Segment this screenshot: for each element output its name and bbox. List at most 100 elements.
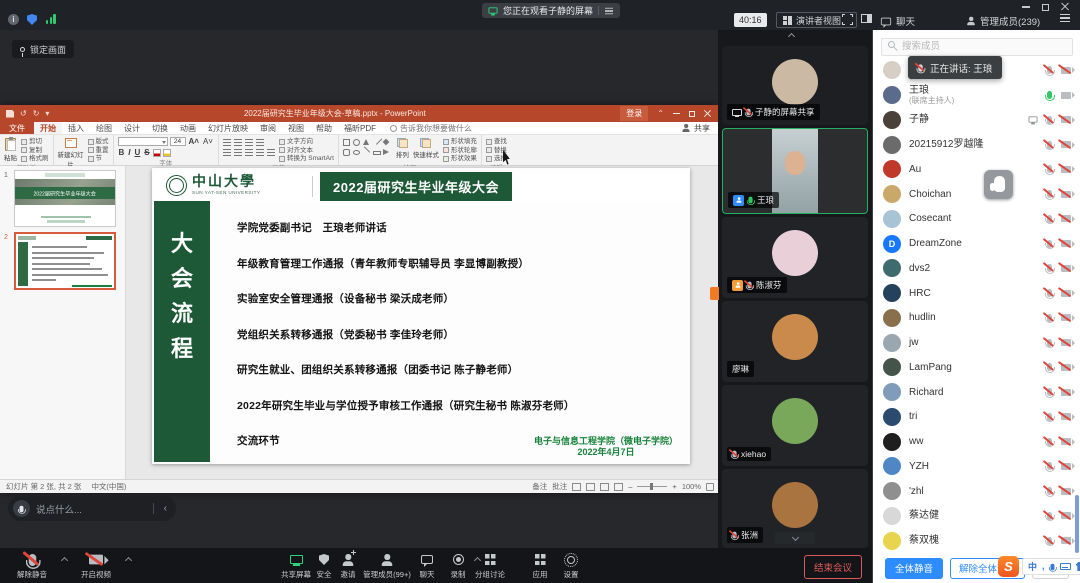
ribbon-tab[interactable]: 开始 [34,122,62,134]
participant-row[interactable]: D DreamZone [873,231,1080,256]
camera-icon[interactable] [1061,537,1071,544]
paste-button[interactable]: 粘贴 [4,137,17,162]
camera-icon[interactable] [1061,438,1071,445]
shape-effects-button[interactable]: 形状效果 [443,155,477,162]
participant-row[interactable]: HRC [873,281,1080,306]
end-meeting-button[interactable]: 结束会议 [804,555,862,579]
quick-styles-button[interactable]: 快速样式 [413,137,439,159]
shrink-font-icon[interactable]: A˅ [202,137,214,146]
mic-icon[interactable] [1047,512,1052,520]
participant-row[interactable]: Cosecant [873,207,1080,232]
camera-icon[interactable] [1061,339,1071,346]
shape-outline-button[interactable]: 形状轮廓 [443,147,477,154]
shapes-gallery[interactable] [343,137,392,158]
notification-tab-marker[interactable] [710,287,719,300]
breakout-rooms-button[interactable]: 分组讨论 [468,552,512,580]
meeting-info-icon[interactable]: i [8,14,19,25]
camera-icon[interactable] [1061,265,1071,272]
camera-icon[interactable] [1061,166,1071,173]
zoom-level[interactable]: 100% [682,482,701,491]
section-button[interactable]: 节 [88,155,109,162]
ribbon-tab[interactable]: 绘图 [90,122,118,134]
reading-view-icon[interactable] [600,483,609,491]
video-tile-speaking[interactable]: 王琅 [722,128,868,214]
font-style-button[interactable]: I [127,148,131,157]
participant-row[interactable]: tri [873,405,1080,430]
ribbon-tab[interactable]: 审阅 [254,122,282,134]
copy-button[interactable]: 复制 [21,147,49,154]
ribbon-tab[interactable]: 文件 [0,122,34,134]
camera-icon[interactable] [1061,67,1071,74]
font-style-button[interactable]: S [143,148,150,157]
scroll-down-strip-button[interactable] [775,532,815,544]
chat-button-top[interactable]: 聊天 [880,14,915,28]
arrange-button[interactable]: 排列 [396,137,409,159]
slideshow-icon[interactable] [614,483,623,491]
ribbon-tab[interactable]: 切换 [146,122,174,134]
collapse-strip-icon[interactable] [788,33,795,40]
undo-icon[interactable]: ↺ [20,110,27,118]
camera-icon[interactable] [1061,116,1071,123]
font-name-select[interactable] [118,137,168,146]
camera-icon[interactable] [1061,215,1071,222]
camera-icon[interactable] [1061,463,1071,470]
participant-row[interactable]: hudlin [873,306,1080,331]
mic-icon[interactable] [1047,487,1052,495]
manage-members-button[interactable]: 管理成员(99+) [355,552,419,580]
close-button[interactable] [1061,3,1069,11]
mic-icon[interactable] [1047,363,1052,371]
ppt-maximize-button[interactable] [689,111,695,117]
camera-icon[interactable] [1061,141,1071,148]
mic-icon[interactable] [1047,91,1052,99]
mic-icon[interactable] [1047,66,1052,74]
ppt-share-button[interactable]: 共享 [681,122,718,134]
video-tile-screen-share[interactable]: 子静的屏幕共享 [722,46,868,125]
mic-icon[interactable] [1047,165,1052,173]
ime-skin-icon[interactable] [1076,562,1080,571]
layout-button[interactable]: 版式 [88,138,109,145]
align-left-icon[interactable] [223,149,231,156]
ime-voice-icon[interactable] [1050,559,1054,573]
slide-thumbnail-2-selected[interactable] [14,232,116,290]
participant-row[interactable]: 'zhl [873,479,1080,504]
font-color-button[interactable] [153,149,161,157]
security-shield-icon[interactable] [27,14,37,25]
ribbon-tab[interactable]: 动画 [174,122,202,134]
current-slide[interactable]: 中山大學 SUN YAT-SEN UNIVERSITY 2022届研究生毕业年级… [152,168,690,464]
mic-icon[interactable] [1047,215,1052,223]
ribbon-options-icon[interactable]: ⌃ [657,110,664,118]
camera-icon[interactable] [1061,191,1071,198]
new-slide-button[interactable]: 新建幻灯片 [58,137,84,169]
zoom-out-icon[interactable]: – [628,482,632,491]
mic-icon[interactable] [1047,537,1052,545]
font-style-button[interactable]: U [134,148,142,157]
mic-icon[interactable] [1047,388,1052,396]
panel-menu-icon[interactable] [1060,14,1070,22]
align-center-icon[interactable] [234,149,242,156]
ime-language-toggle[interactable]: 中 [1028,560,1037,573]
ppt-minimize-button[interactable] [673,113,680,114]
slide-thumbnail-1[interactable]: 2022届研究生毕业年级大会 [14,170,116,227]
search-input[interactable] [881,38,1073,56]
video-options-chevron[interactable] [125,557,132,564]
minimize-button[interactable] [1022,6,1030,7]
redo-icon[interactable]: ↻ [33,110,40,118]
fullscreen-button[interactable] [842,14,853,25]
collapse-arrow-icon[interactable]: ‹ [160,503,171,514]
mic-icon[interactable] [1047,116,1052,124]
mute-all-button[interactable]: 全体静音 [885,558,943,579]
participant-row[interactable]: Richard [873,380,1080,405]
mic-icon[interactable] [1047,190,1052,198]
participant-row[interactable]: dvs2 [873,256,1080,281]
participant-row[interactable]: 王琅 (联席主持人) [873,83,1080,108]
comment-placeholder[interactable]: 说点什么... [36,502,147,516]
mic-icon[interactable] [1047,339,1052,347]
comment-input-bar[interactable]: 说点什么... ‹ [8,496,176,521]
ribbon-tab[interactable]: 幻灯片放映 [202,122,254,134]
layout-toggle-button[interactable] [861,14,872,23]
language-indicator[interactable]: 中文(中国) [91,481,126,492]
font-style-button[interactable]: B [118,148,126,157]
manage-members-button-top[interactable]: 管理成员(239) [966,14,1040,28]
format-painter-button[interactable]: 格式刷 [21,155,49,162]
mic-icon[interactable] [1047,438,1052,446]
